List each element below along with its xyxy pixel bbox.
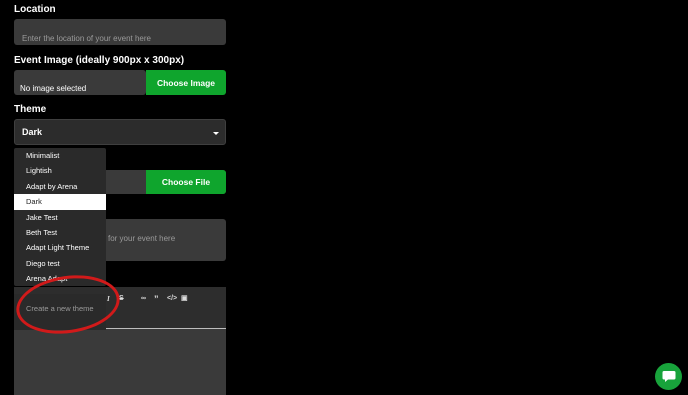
location-placeholder: Enter the location of your event here — [22, 34, 151, 43]
theme-selected-value: Dark — [22, 127, 43, 137]
choose-file-button[interactable]: Choose File — [146, 170, 226, 194]
choose-image-button[interactable]: Choose Image — [146, 70, 226, 95]
chat-icon — [662, 371, 675, 382]
theme-option[interactable]: Adapt by Arena — [14, 179, 106, 194]
theme-option[interactable]: Beth Test — [14, 225, 106, 240]
chevron-down-icon — [213, 132, 219, 135]
location-label: Location — [14, 4, 56, 15]
event-image-label: Event Image (ideally 900px x 300px) — [14, 55, 185, 66]
theme-option[interactable]: Minimalist — [14, 148, 106, 163]
chat-button[interactable] — [655, 363, 682, 390]
code-icon[interactable]: </> — [167, 295, 177, 302]
event-image-status: No image selected — [20, 84, 87, 93]
description-placeholder: for your event here — [108, 234, 176, 243]
theme-select[interactable]: Dark — [14, 119, 226, 145]
theme-option[interactable]: Adapt Light Theme — [14, 240, 106, 255]
theme-option-selected[interactable]: Dark — [14, 194, 106, 210]
quote-icon[interactable]: ” — [154, 294, 159, 304]
theme-option[interactable]: Diego test — [14, 256, 106, 271]
theme-option[interactable]: Jake Test — [14, 210, 106, 225]
link-icon[interactable]: ∞ — [141, 295, 146, 302]
theme-label: Theme — [14, 104, 47, 115]
theme-dropdown-menu: Minimalist Lightish Adapt by Arena Dark … — [14, 148, 106, 286]
event-image-field: No image selected — [14, 70, 146, 95]
location-input[interactable]: Enter the location of your event here — [14, 19, 226, 45]
theme-option[interactable]: Lightish — [14, 163, 106, 178]
image-icon[interactable]: ▣ — [181, 294, 188, 302]
